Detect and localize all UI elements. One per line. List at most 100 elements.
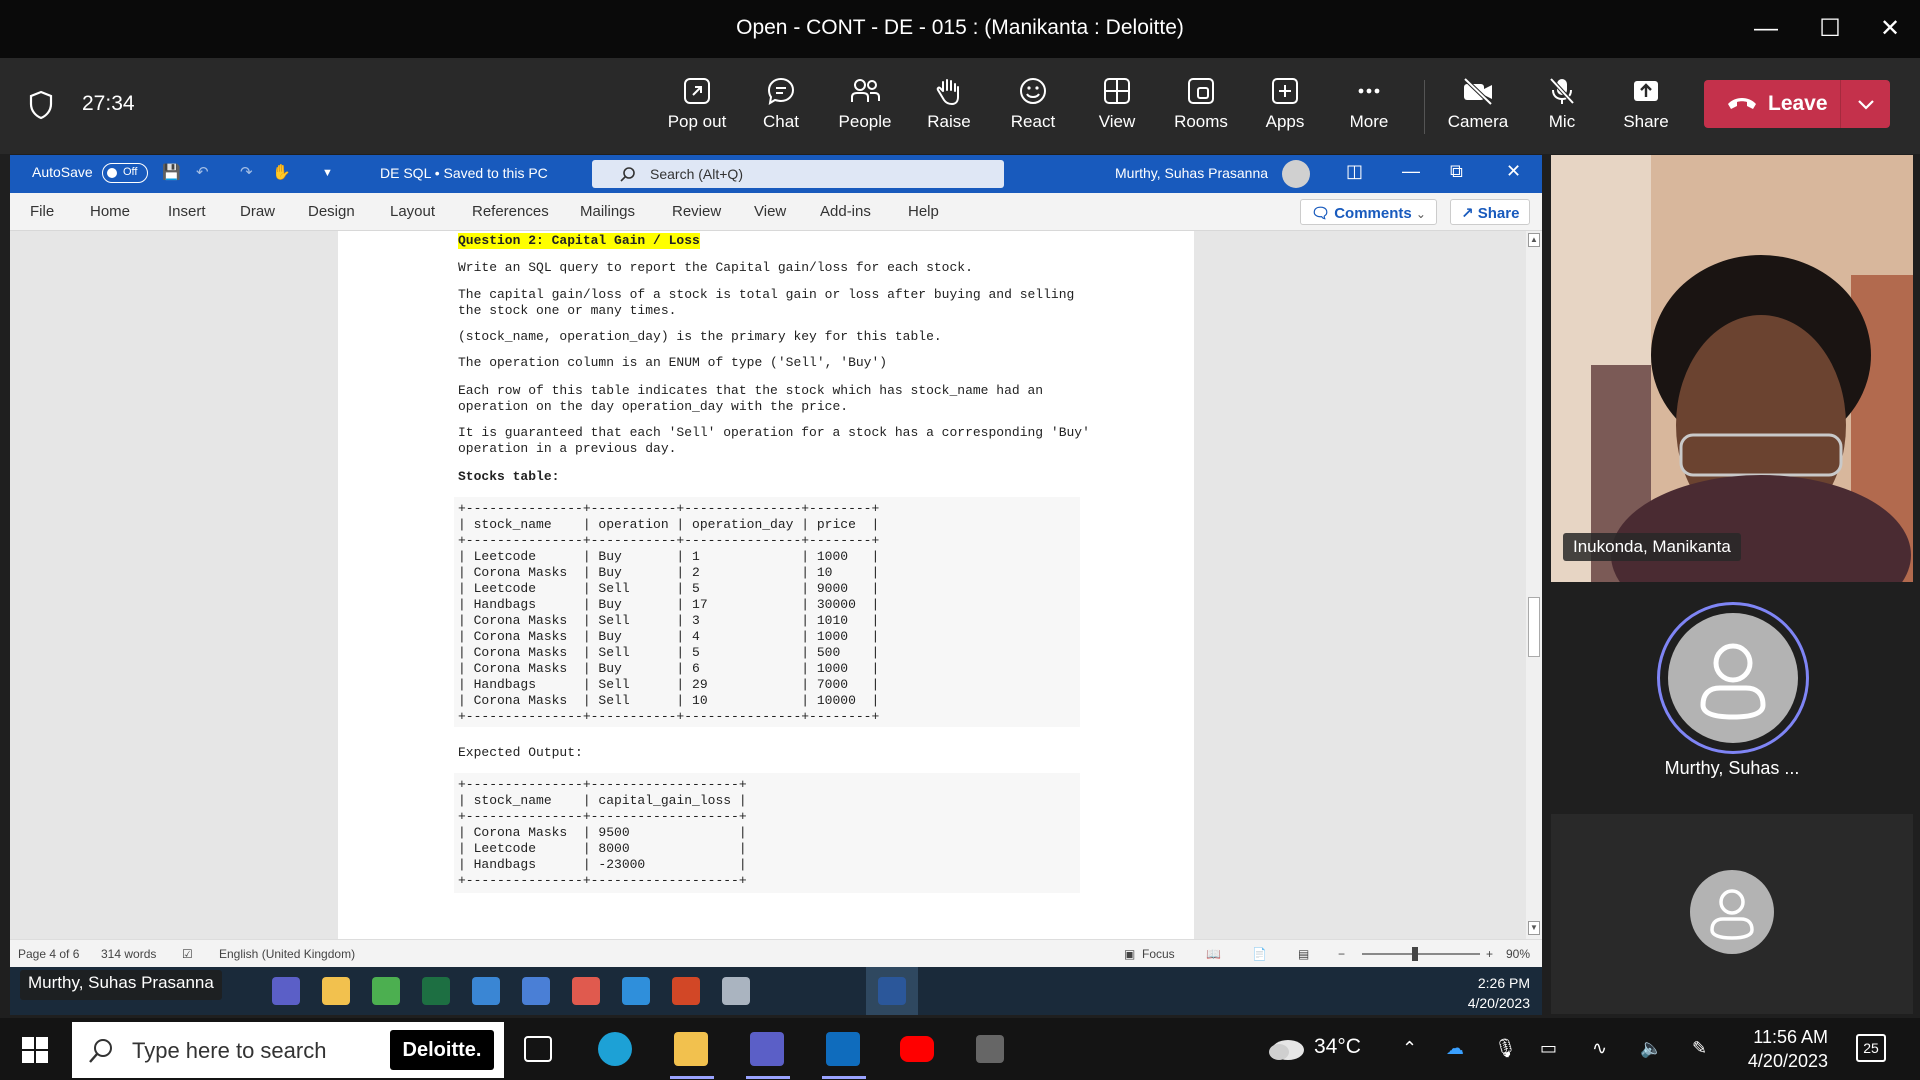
teams-icon[interactable] [272, 977, 300, 1005]
battery-icon[interactable]: ▭ [1540, 1038, 1557, 1059]
volume-icon[interactable]: 🔈 [1640, 1038, 1662, 1059]
remote-desktop-icon[interactable] [722, 977, 750, 1005]
page-count[interactable]: Page 4 of 6 [18, 947, 79, 961]
tab-view[interactable]: View [754, 203, 786, 220]
chat-button[interactable]: Chat [741, 72, 821, 144]
view-button[interactable]: View [1077, 72, 1157, 144]
tab-draw[interactable]: Draw [240, 203, 275, 220]
word-icon[interactable] [878, 977, 906, 1005]
autosave-toggle[interactable]: Off [102, 163, 148, 183]
user-avatar[interactable] [1282, 160, 1310, 188]
participant-tile[interactable] [1551, 814, 1913, 1014]
apps-button[interactable]: Apps [1245, 72, 1325, 144]
m-app-icon[interactable] [976, 1035, 1004, 1063]
participant-tile[interactable]: Murthy, Suhas ... [1551, 586, 1913, 810]
document-name[interactable]: DE SQL • Saved to this PC [380, 165, 548, 181]
share-button[interactable]: Share [1606, 72, 1686, 144]
tab-review[interactable]: Review [672, 203, 721, 220]
focus-icon[interactable]: ▣ [1124, 947, 1135, 961]
task-view-icon[interactable] [524, 1036, 552, 1062]
onedrive-icon[interactable]: ☁ [1446, 1038, 1464, 1059]
customize-qat-icon[interactable]: ▼ [322, 167, 333, 179]
edge-icon[interactable] [598, 1032, 632, 1066]
participant-video-tile[interactable]: Inukonda, Manikanta [1551, 155, 1913, 582]
word-minimize-button[interactable]: — [1402, 161, 1420, 182]
proofing-icon[interactable]: ☑ [182, 947, 193, 961]
print-layout-icon[interactable]: 📄 [1252, 947, 1267, 961]
word-share-button[interactable]: ↗ Share [1450, 199, 1531, 225]
mic-button[interactable]: Mic [1522, 72, 1602, 144]
minimize-button[interactable]: — [1746, 12, 1786, 46]
comments-button[interactable]: 🗨 Comments ⌄ [1300, 199, 1437, 225]
read-mode-icon[interactable]: 📖 [1206, 947, 1221, 961]
table-row: | Corona Masks | Sell | 3 | 1010 | [458, 613, 880, 628]
scroll-up-arrow[interactable]: ▲ [1528, 233, 1540, 247]
youtube-icon[interactable] [900, 1036, 934, 1062]
temperature[interactable]: 34°C [1314, 1035, 1361, 1059]
vertical-scrollbar[interactable]: ▲ ▼ [1526, 231, 1542, 939]
zoom-slider[interactable] [1362, 953, 1480, 955]
tab-help[interactable]: Help [908, 203, 939, 220]
chevron-up-icon[interactable]: ⌃ [1402, 1038, 1417, 1059]
file-explorer-icon[interactable] [322, 977, 350, 1005]
wifi-icon[interactable]: ∿ [1592, 1038, 1607, 1059]
language-status[interactable]: English (United Kingdom) [219, 947, 355, 961]
camera-button[interactable]: Camera [1438, 72, 1518, 144]
zoom-slider-knob[interactable] [1412, 947, 1418, 961]
react-button[interactable]: React [993, 72, 1073, 144]
tab-references[interactable]: References [472, 203, 549, 220]
tab-layout[interactable]: Layout [390, 203, 435, 220]
tab-home[interactable]: Home [90, 203, 130, 220]
document-canvas: Question 2: Capital Gain / Loss Write an… [10, 231, 1526, 939]
windows-start-icon[interactable] [22, 1037, 48, 1063]
tab-file[interactable]: File [30, 203, 54, 220]
taskbar-search[interactable]: Type here to search Deloitte. [72, 1022, 504, 1078]
outlook-icon[interactable] [826, 1032, 860, 1066]
leave-button[interactable]: Leave [1704, 80, 1890, 128]
snipping-tool-icon[interactable] [572, 977, 600, 1005]
network-icon[interactable] [522, 977, 550, 1005]
desktop-icon[interactable] [472, 977, 500, 1005]
maximize-button[interactable]: ☐ [1810, 12, 1850, 46]
word-search-box[interactable]: Search (Alt+Q) [592, 160, 1004, 188]
scroll-down-arrow[interactable]: ▼ [1528, 921, 1540, 935]
save-icon[interactable]: 💾 [162, 163, 181, 181]
more-button[interactable]: More [1329, 72, 1409, 144]
undo-icon[interactable]: ↶ [196, 163, 209, 181]
zoom-out-icon[interactable]: − [1338, 947, 1345, 961]
zoom-in-icon[interactable]: + [1486, 947, 1493, 961]
teams-icon[interactable] [750, 1032, 784, 1066]
file-explorer-icon[interactable] [674, 1032, 708, 1066]
notification-count[interactable]: 25 [1856, 1034, 1886, 1062]
tab-design[interactable]: Design [308, 203, 355, 220]
close-button[interactable]: ✕ [1870, 12, 1910, 46]
scrollbar-thumb[interactable] [1528, 597, 1540, 657]
rooms-button[interactable]: Rooms [1161, 72, 1241, 144]
chevron-down-icon[interactable] [1854, 92, 1878, 116]
tab-mailings[interactable]: Mailings [580, 203, 635, 220]
focus-label[interactable]: Focus [1142, 947, 1175, 961]
tab-add-ins[interactable]: Add-ins [820, 203, 871, 220]
word-close-button[interactable]: ✕ [1506, 161, 1521, 182]
ribbon-display-icon[interactable]: ◫ [1346, 161, 1363, 182]
raise-hand-button[interactable]: Raise [909, 72, 989, 144]
table-row: | Corona Masks | Buy | 2 | 10 | [458, 565, 880, 580]
microphone-icon[interactable]: 🎙 [1494, 1038, 1517, 1059]
touch-mode-icon[interactable]: ✋ [272, 163, 291, 181]
pop-out-button[interactable]: Pop out [657, 72, 737, 144]
document-page[interactable]: Question 2: Capital Gain / Loss Write an… [338, 231, 1194, 939]
zoom-level[interactable]: 90% [1506, 947, 1530, 961]
redo-icon[interactable]: ↷ [240, 163, 253, 181]
word-count[interactable]: 314 words [101, 947, 156, 961]
taskbar-clock[interactable]: 11:56 AM 4/20/2023 [1720, 1025, 1828, 1073]
word-restore-button[interactable]: ⧉ [1450, 161, 1463, 182]
powerpoint-icon[interactable] [672, 977, 700, 1005]
spreadsheet-icon[interactable] [372, 977, 400, 1005]
people-button[interactable]: People [825, 72, 905, 144]
excel-icon[interactable] [422, 977, 450, 1005]
remote-app-icon[interactable] [622, 977, 650, 1005]
pen-icon[interactable]: ✎ [1692, 1038, 1707, 1059]
tab-insert[interactable]: Insert [168, 203, 206, 220]
deloitte-logo[interactable]: Deloitte. [390, 1030, 494, 1070]
web-layout-icon[interactable]: ▤ [1298, 947, 1309, 961]
